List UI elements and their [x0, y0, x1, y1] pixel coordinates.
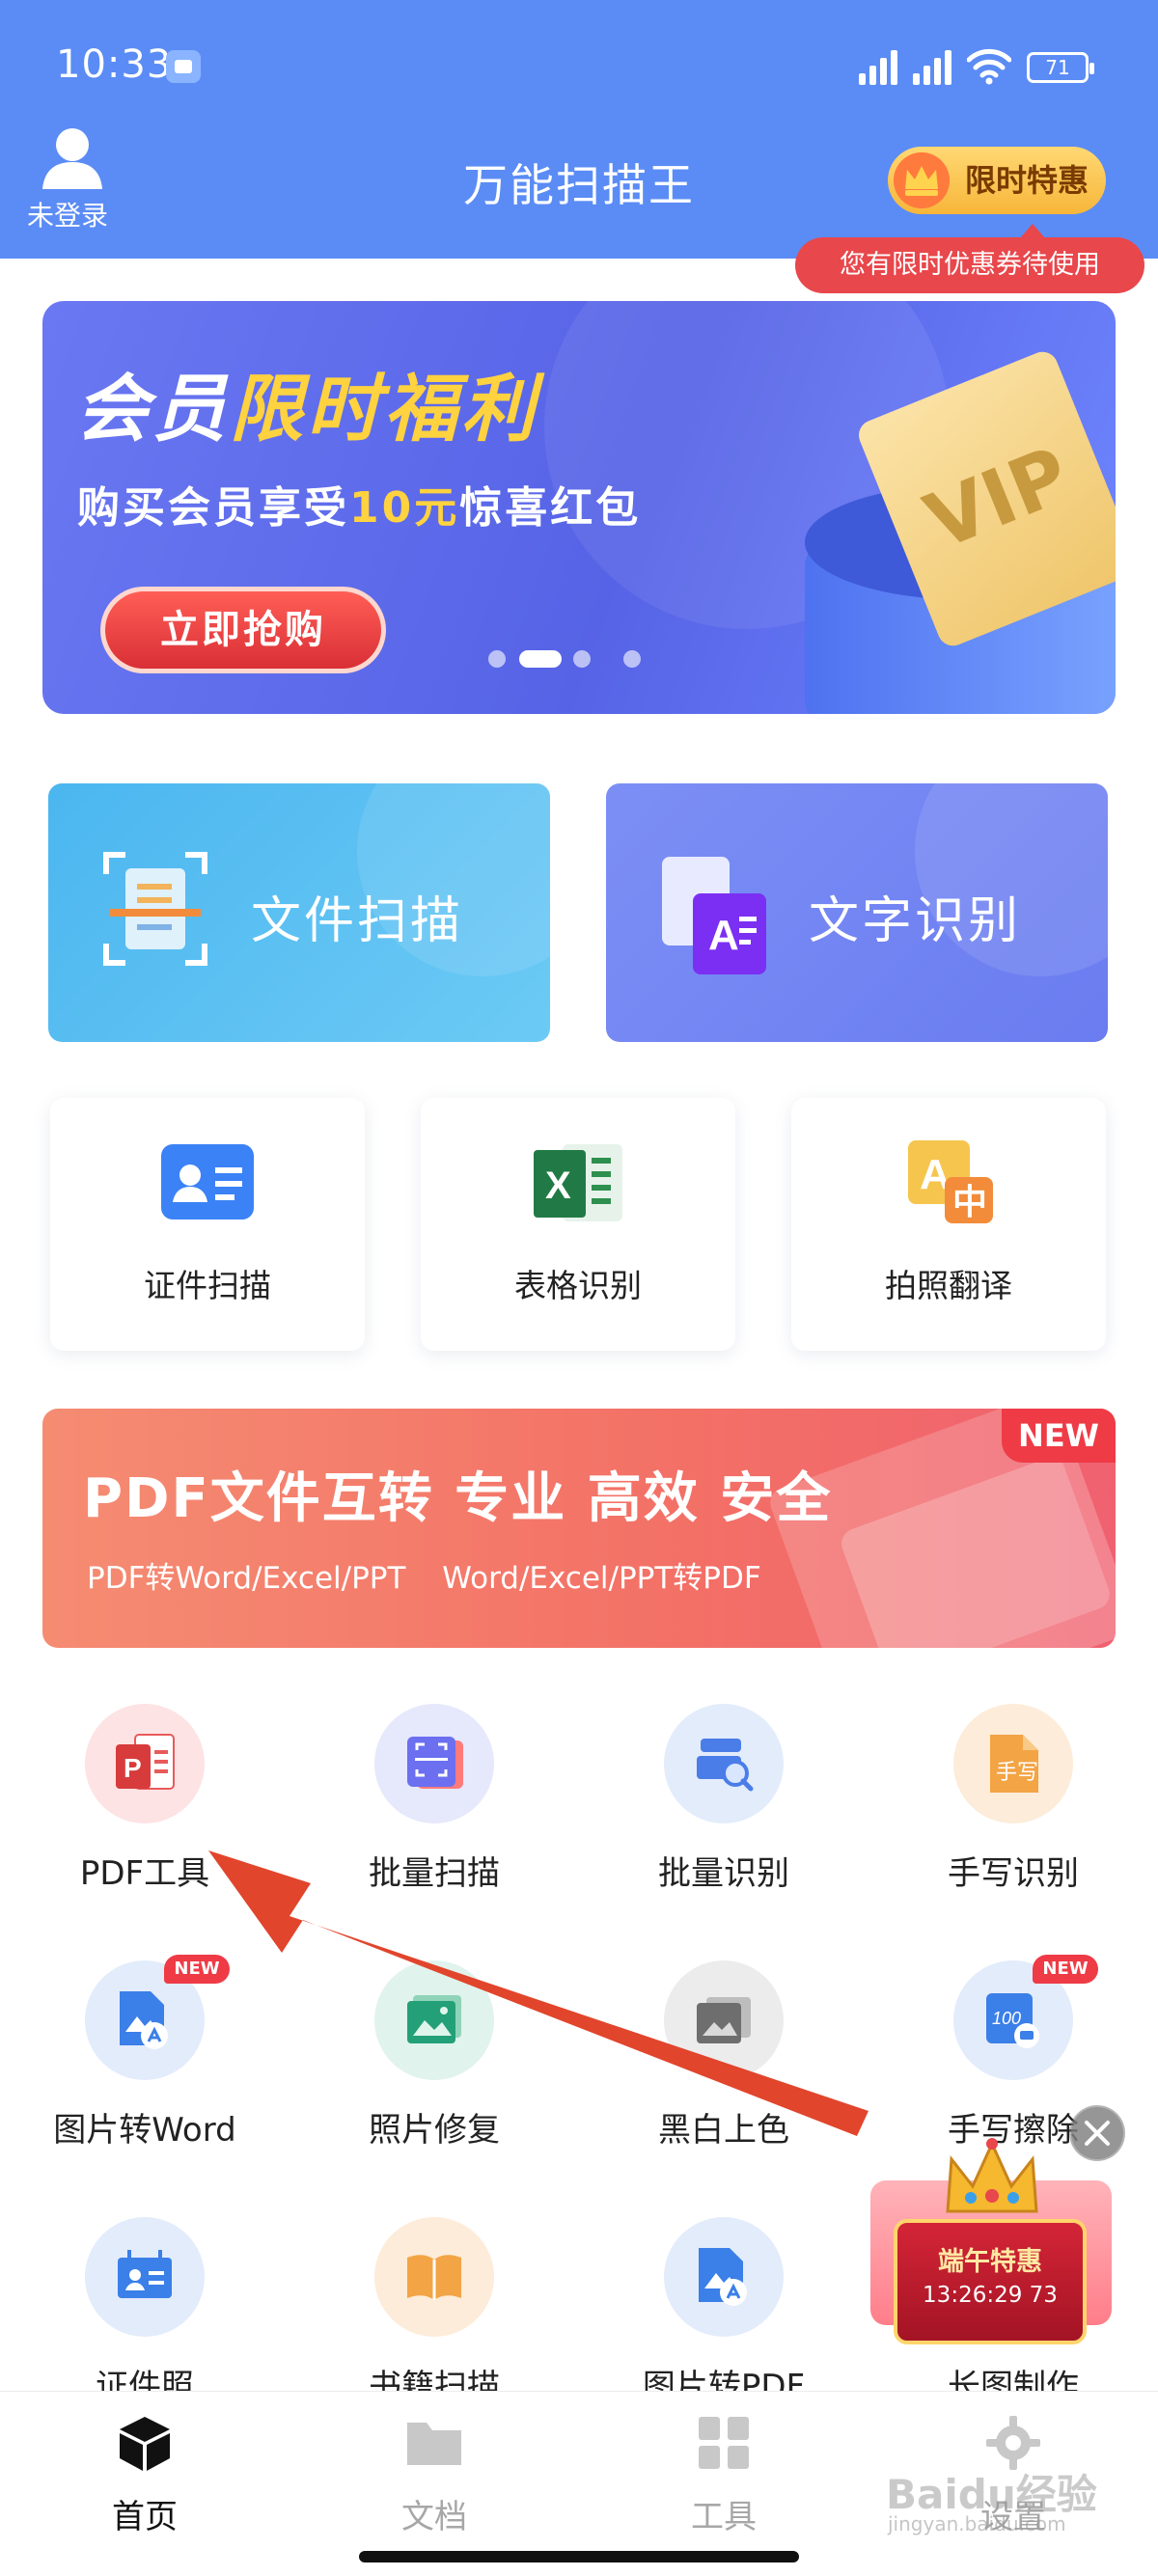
buy-now-button[interactable]: 立即抢购 [100, 587, 386, 673]
tool-label: 照片修复 [369, 2111, 500, 2150]
document-scan-card[interactable]: 文件扫描 [48, 783, 550, 1042]
tool-batch-recognize[interactable]: 批量识别 [579, 1704, 868, 1926]
image-to-word-icon [120, 1991, 168, 2049]
watermark-url: jingyan.baidu.com [888, 2512, 1066, 2535]
id-card-icon [161, 1144, 254, 1219]
document-scan-label: 文件扫描 [251, 892, 464, 950]
cellular-signal-icon [859, 50, 901, 85]
image-to-pdf-icon [699, 2248, 747, 2306]
banner-subtitle: 购买会员享受10元惊喜红包 [77, 483, 642, 533]
tool-label: 黑白上色 [658, 2111, 789, 2150]
nav-home[interactable]: 首页 [0, 2392, 290, 2536]
svg-text:手写: 手写 [996, 1761, 1038, 1785]
id-photo-icon [118, 2250, 172, 2298]
tool-label: PDF工具 [79, 1854, 210, 1893]
svg-text:A: A [708, 912, 739, 959]
tool-label: 批量识别 [658, 1854, 789, 1893]
app-header: 10:33 71 未登录 万能扫描王 限时特惠 [0, 0, 1158, 259]
tool-photo-repair[interactable]: 照片修复 [290, 1960, 579, 2182]
pdf-banner-title: PDF文件互转 专业 高效 安全 [83, 1467, 833, 1530]
nav-label: 首页 [112, 2498, 178, 2536]
coupon-tip[interactable]: 您有限时优惠券待使用 [795, 224, 1144, 293]
pdf-banner-subtitle: PDF转Word/Excel/PPT Word/Excel/PPT转PDF [87, 1561, 761, 1596]
svg-text:100: 100 [992, 2009, 1021, 2028]
cellular-signal-2-icon [913, 50, 955, 85]
tool-colorize[interactable]: 黑白上色 [579, 1960, 868, 2182]
notification-app-icon [166, 50, 201, 83]
tool-batch-scan[interactable]: 批量扫描 [290, 1704, 579, 1926]
tool-label: 手写识别 [948, 1854, 1079, 1893]
book-scan-icon [407, 2255, 461, 2300]
text-recognition-label: 文字识别 [809, 892, 1022, 950]
colorize-icon [697, 1997, 751, 2043]
page-dot[interactable] [573, 650, 591, 668]
photo-repair-icon [407, 1995, 461, 2043]
page-dot-active[interactable] [519, 650, 562, 668]
home-cube-icon [120, 2417, 170, 2471]
batch-scan-icon [407, 1737, 463, 1789]
promo-countdown: 13:26:29 73 [923, 2283, 1058, 2308]
status-time: 10:33 [56, 42, 173, 87]
close-icon[interactable] [1069, 2105, 1125, 2161]
id-scan-card[interactable]: 证件扫描 [50, 1098, 365, 1351]
svg-text:P: P [124, 1753, 142, 1783]
page-dot[interactable] [488, 650, 506, 668]
promo-title: 端午特惠 [938, 2247, 1042, 2277]
photo-translate-card[interactable]: A 中 拍照翻译 [791, 1098, 1106, 1351]
excel-icon: X [534, 1144, 622, 1221]
translate-icon: A 中 [908, 1140, 993, 1223]
battery-icon: 71 [1027, 52, 1094, 83]
tool-label: 批量扫描 [369, 1854, 500, 1893]
festival-promo-float[interactable]: 端午特惠 13:26:29 73 [861, 2123, 1119, 2354]
photo-translate-label: 拍照翻译 [885, 1267, 1012, 1304]
handwriting-icon: 手写 [990, 1735, 1038, 1793]
handwriting-erase-icon: 100 [986, 1993, 1039, 2048]
crown-icon [894, 152, 950, 208]
new-badge: NEW [1002, 1409, 1116, 1463]
tool-label: 图片转Word [53, 2111, 236, 2150]
home-indicator[interactable] [359, 2551, 799, 2562]
wifi-icon [967, 48, 1011, 85]
svg-text:中: 中 [952, 1183, 987, 1222]
grid-icon [699, 2417, 749, 2469]
new-badge: NEW [1033, 1955, 1098, 1984]
tool-image-to-word[interactable]: NEW 图片转Word [0, 1955, 290, 2182]
crown-icon [946, 2138, 1038, 2213]
page-dot[interactable] [623, 650, 641, 668]
batch-recognize-icon [697, 1739, 754, 1792]
nav-tools[interactable]: 工具 [579, 2392, 868, 2536]
banner-title: 会员限时福利 [75, 366, 538, 452]
nav-documents[interactable]: 文档 [290, 2392, 579, 2536]
promo-box [894, 2219, 1087, 2344]
id-scan-label: 证件扫描 [144, 1267, 271, 1304]
text-recognition-icon: A [662, 857, 766, 974]
nav-label: 文档 [401, 2498, 467, 2536]
pdf-icon: P [116, 1734, 175, 1790]
svg-text:X: X [545, 1165, 571, 1207]
document-scan-icon [103, 852, 207, 966]
text-recognition-card[interactable]: A 文字识别 [606, 783, 1108, 1042]
table-recognition-label: 表格识别 [514, 1267, 642, 1304]
nav-label: 工具 [691, 2498, 757, 2536]
tool-handwriting[interactable]: 手写 手写识别 [868, 1704, 1158, 1926]
tool-pdf[interactable]: P PDF工具 [0, 1704, 290, 1926]
new-badge: NEW [164, 1955, 230, 1984]
folder-icon [407, 2423, 461, 2465]
table-recognition-card[interactable]: X 表格识别 [421, 1098, 735, 1351]
pdf-convert-banner[interactable]: PDF文件互转 专业 高效 安全 PDF转Word/Excel/PPT Word… [42, 1409, 1116, 1648]
